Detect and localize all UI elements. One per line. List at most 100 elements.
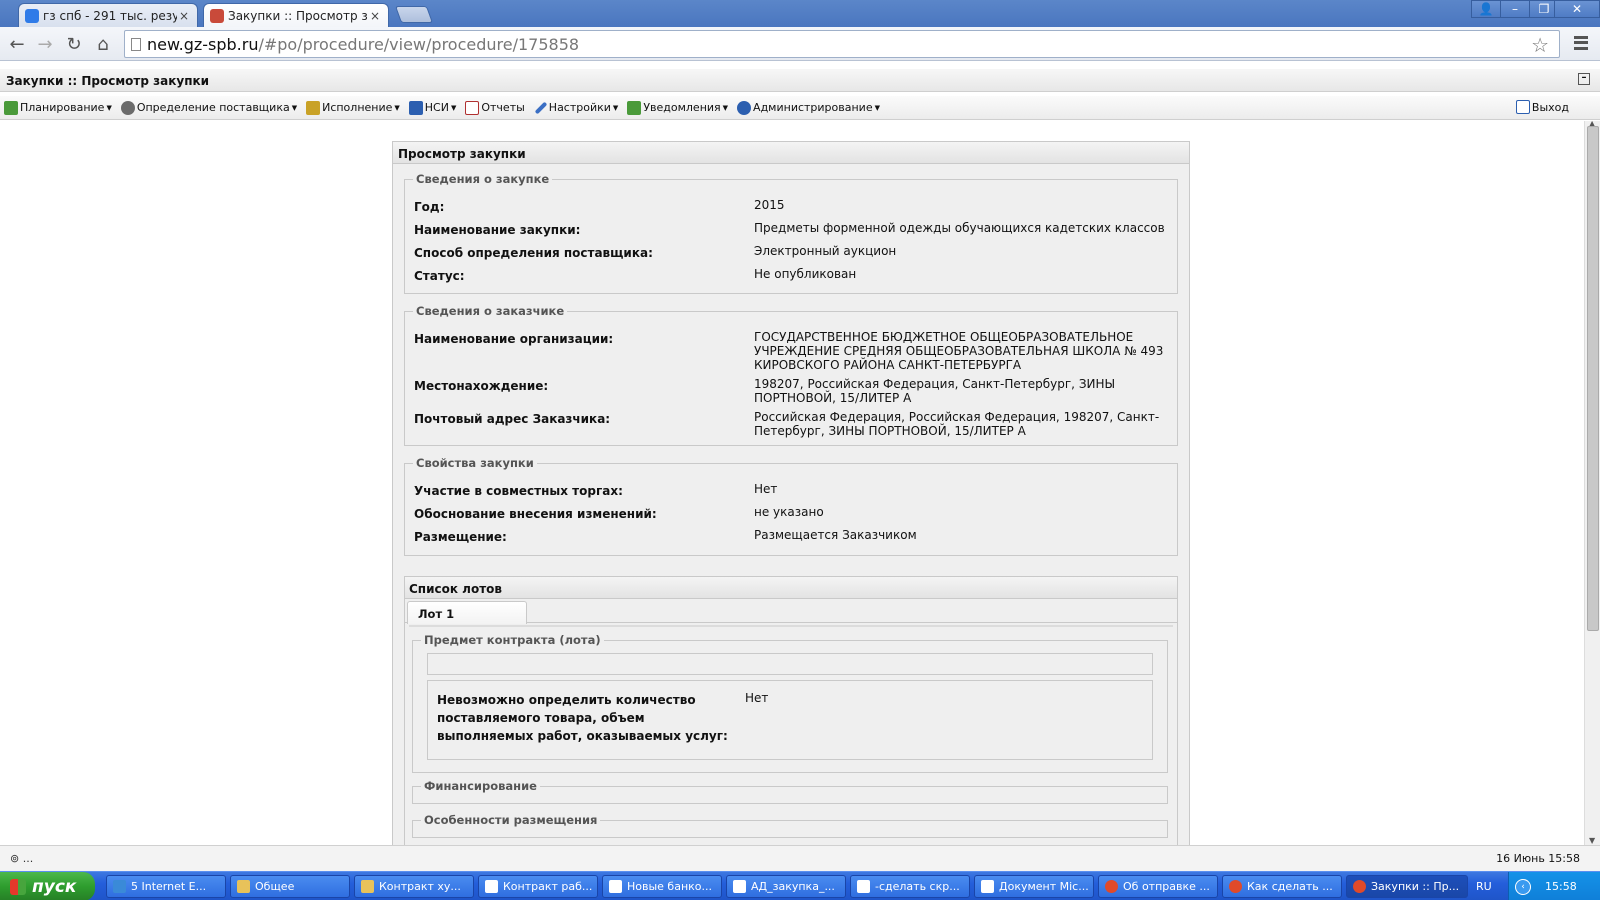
- collapse-icon[interactable]: –: [1578, 73, 1590, 85]
- menu-execution[interactable]: Исполнение ▼: [306, 100, 400, 115]
- menu-reports[interactable]: Отчеты: [465, 100, 525, 115]
- browser-toolbar: ← → ↻ ⌂ new.gz-spb.ru/#po/procedure/view…: [0, 27, 1600, 61]
- taskbar-label: АД_закупка_...: [751, 880, 835, 893]
- taskbar-item[interactable]: Новые банко...: [602, 875, 722, 898]
- fieldset-legend: Сведения о закупке: [416, 172, 550, 186]
- window-close-button[interactable]: ✕: [1554, 0, 1600, 18]
- menu-label: Настройки: [548, 101, 611, 114]
- field-value: 2015: [754, 198, 785, 212]
- lots-list-title: Список лотов: [405, 577, 1177, 599]
- lot-tab-strip: Лот 1: [405, 599, 1177, 624]
- url-path: /#po/procedure/view/procedure/175858: [258, 34, 580, 54]
- chrome-icon: [1229, 880, 1242, 893]
- clock: 15:58: [1545, 880, 1577, 893]
- scroll-down-icon[interactable]: ▼: [1589, 836, 1595, 845]
- taskbar-label: Об отправке ...: [1123, 880, 1210, 893]
- menu-notifications[interactable]: Уведомления ▼: [627, 100, 729, 115]
- menu-label: Исполнение: [322, 101, 393, 114]
- folder-icon: [361, 880, 374, 893]
- field-label: Участие в совместных торгах:: [414, 484, 623, 498]
- ie-icon: [113, 880, 126, 893]
- field-value: Размещается Заказчиком: [754, 528, 917, 542]
- word-document-icon: [981, 880, 994, 893]
- field-value: Нет: [754, 482, 778, 496]
- menu-label: Планирование: [20, 101, 105, 114]
- panel-title: Просмотр закупки: [393, 142, 1189, 164]
- start-label: пуск: [32, 876, 77, 897]
- minimize-button[interactable]: –: [1500, 0, 1530, 18]
- logout-button[interactable]: Выход: [1515, 100, 1569, 114]
- vertical-scrollbar[interactable]: ▲ ▼: [1584, 119, 1600, 845]
- app-title-bar: Закупки :: Просмотр закупки –: [0, 69, 1600, 92]
- lot-body: Предмет контракта (лота) Невозможно опре…: [409, 625, 1173, 845]
- fieldset-legend: Сведения о заказчике: [416, 304, 565, 318]
- content-area: Просмотр закупки Сведения о закупке Год:…: [0, 121, 1584, 845]
- taskbar-item[interactable]: -сделать скр...: [850, 875, 970, 898]
- lots-list-panel: Список лотов Лот 1 Предмет контракта (ло…: [404, 576, 1178, 845]
- taskbar-item[interactable]: Об отправке ...: [1098, 875, 1218, 898]
- taskbar-item-active[interactable]: Закупки :: Пр...: [1346, 875, 1468, 898]
- logout-icon: [1515, 100, 1530, 114]
- field-value: 198207, Российская Федерация, Санкт-Пете…: [754, 377, 1116, 405]
- contract-subject-fieldset: Предмет контракта (лота) Невозможно опре…: [412, 633, 1168, 773]
- field-label: Почтовый адрес Заказчика:: [414, 412, 611, 426]
- menu-settings[interactable]: Настройки ▼: [534, 101, 619, 115]
- status-datetime: 16 Июнь 15:58: [1496, 852, 1580, 865]
- windows-flag-icon: [10, 878, 26, 895]
- field-value: Не опубликован: [754, 267, 857, 281]
- planning-icon: [4, 100, 18, 115]
- taskbar-item[interactable]: АД_закупка_...: [726, 875, 846, 898]
- menu-nsi[interactable]: НСИ ▼: [408, 100, 457, 115]
- fieldset-legend: Свойства закупки: [416, 456, 534, 470]
- taskbar-item[interactable]: Как сделать ...: [1222, 875, 1342, 898]
- menu-administration[interactable]: Администрирование ▼: [737, 100, 880, 115]
- scrollbar-thumb[interactable]: [1587, 126, 1599, 631]
- chrome-menu-icon[interactable]: [1572, 33, 1590, 53]
- bookmark-star-icon[interactable]: ☆: [1531, 33, 1549, 57]
- menu-supplier[interactable]: Определение поставщика ▼: [120, 100, 298, 115]
- taskbar-item[interactable]: Контракт ху...: [354, 875, 474, 898]
- field-label: Невозможно определить количество поставл…: [437, 693, 728, 743]
- reload-icon[interactable]: ↻: [62, 32, 86, 56]
- start-button[interactable]: пуск: [0, 872, 95, 900]
- tab-lot-1[interactable]: Лот 1: [407, 601, 527, 624]
- taskbar-label: Контракт раб...: [503, 880, 593, 893]
- field-value: Нет: [745, 691, 769, 705]
- placement-features-fieldset: Особенности размещения: [412, 813, 1168, 838]
- new-tab-button[interactable]: [394, 6, 434, 23]
- home-icon[interactable]: ⌂: [91, 32, 115, 56]
- browser-tab-procurement[interactable]: Закупки :: Просмотр закупки ×: [203, 3, 389, 27]
- language-indicator[interactable]: RU: [1476, 880, 1492, 893]
- field-label: Наименование закупки:: [414, 223, 581, 237]
- back-arrow-icon[interactable]: ←: [5, 32, 29, 56]
- taskbar-item[interactable]: Документ Mic...: [974, 875, 1094, 898]
- app-menu: Планирование ▼ Определение поставщика ▼ Ис…: [0, 96, 1600, 120]
- chevron-down-icon: ▼: [612, 103, 619, 112]
- address-bar[interactable]: new.gz-spb.ru/#po/procedure/view/procedu…: [124, 30, 1560, 58]
- menu-planning[interactable]: Планирование ▼: [4, 100, 112, 115]
- tray-expand-icon[interactable]: ‹: [1515, 878, 1531, 895]
- chevron-down-icon: ▼: [722, 103, 729, 112]
- chevron-down-icon: ▼: [291, 103, 298, 112]
- chevron-down-icon: ▼: [450, 103, 457, 112]
- chevron-down-icon: ▼: [874, 103, 880, 112]
- close-icon[interactable]: ×: [177, 9, 191, 23]
- field-label: Местонахождение:: [414, 379, 549, 393]
- field-label: Размещение:: [414, 530, 507, 544]
- taskbar-label: Общее: [255, 880, 295, 893]
- taskbar-label: Документ Mic...: [999, 880, 1089, 893]
- taskbar-item[interactable]: Общее: [230, 875, 350, 898]
- taskbar-label: -сделать скр...: [875, 880, 960, 893]
- taskbar-item[interactable]: 5 Internet E...: [106, 875, 226, 898]
- browser-tab-label: гз спб - 291 тыс. результат: [43, 8, 177, 23]
- chrome-icon: [1353, 880, 1366, 893]
- close-icon[interactable]: ×: [368, 9, 382, 23]
- browser-tab-search[interactable]: гз спб - 291 тыс. результат ×: [18, 3, 198, 27]
- user-profile-icon[interactable]: 👤: [1471, 0, 1501, 18]
- field-label: Год:: [414, 200, 445, 214]
- taskbar-item[interactable]: Контракт раб...: [478, 875, 598, 898]
- field-label: Обоснование внесения изменений:: [414, 507, 657, 521]
- taskbar-label: Закупки :: Пр...: [1371, 880, 1460, 893]
- logout-label: Выход: [1531, 100, 1569, 114]
- forward-arrow-icon[interactable]: →: [33, 32, 57, 56]
